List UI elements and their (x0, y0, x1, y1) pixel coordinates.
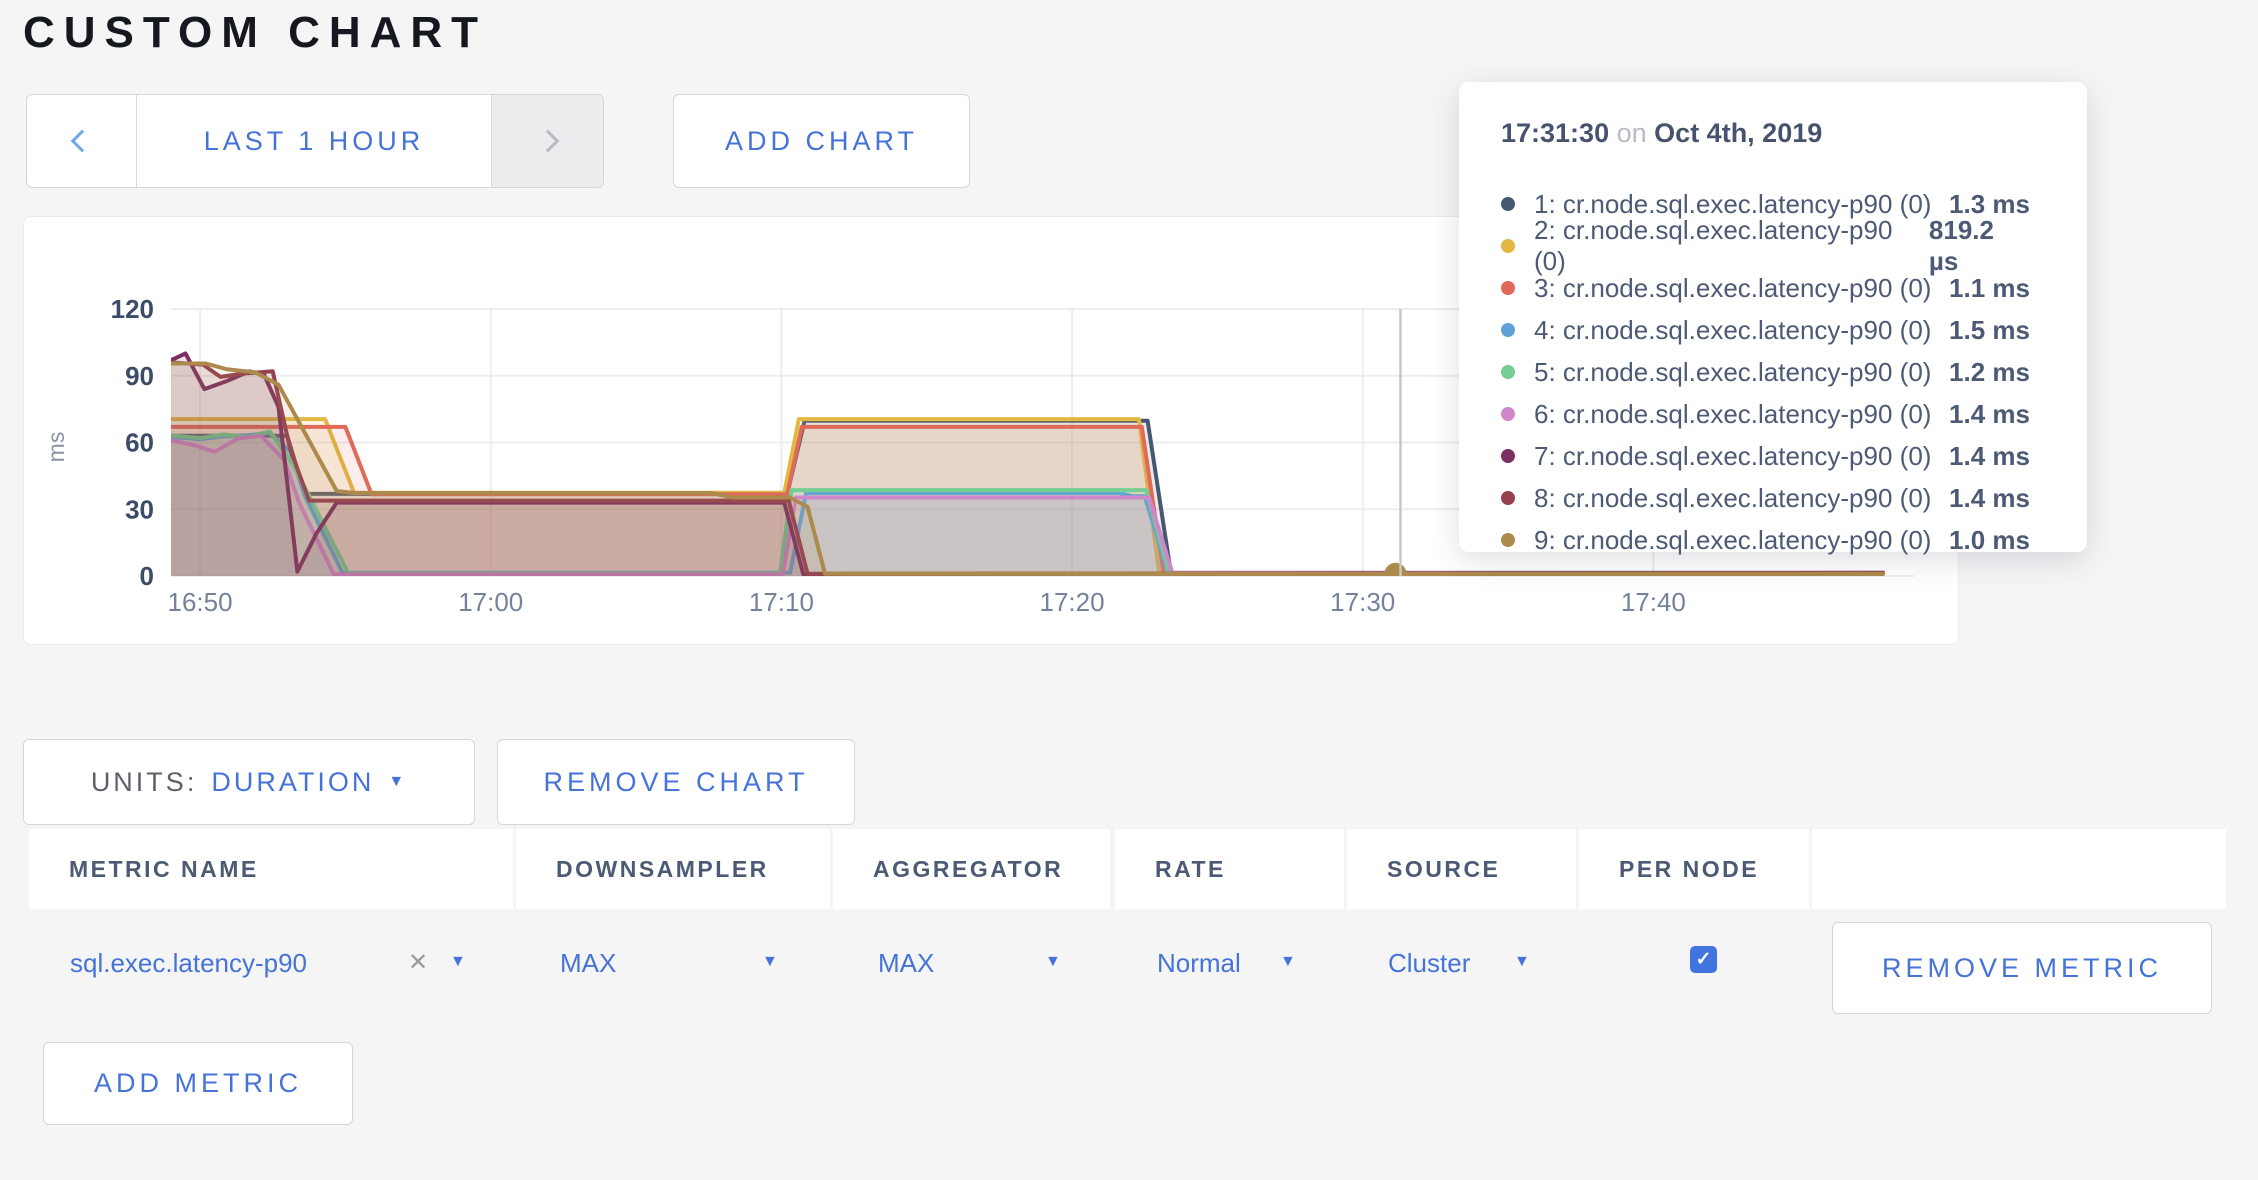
header-actions (1812, 829, 2226, 909)
svg-text:0: 0 (140, 561, 154, 591)
series-dot-icon (1501, 197, 1515, 211)
per-node-checkbox[interactable]: ✓ (1690, 946, 1717, 973)
check-icon: ✓ (1696, 948, 1712, 971)
tooltip-timestamp: 17:31:30 on Oct 4th, 2019 (1501, 118, 1822, 149)
svg-text:17:30: 17:30 (1330, 587, 1395, 617)
svg-text:ms: ms (43, 432, 69, 463)
series-label: 7: cr.node.sql.exec.latency-p90 (0) (1534, 441, 1931, 472)
remove-chart-button[interactable]: REMOVE CHART (497, 739, 855, 825)
caret-down-icon[interactable]: ▼ (1280, 953, 1296, 971)
series-dot-icon (1501, 449, 1515, 463)
caret-down-icon: ▼ (388, 773, 407, 791)
svg-text:16:50: 16:50 (168, 587, 233, 617)
page-title: CUSTOM CHART (23, 8, 487, 58)
series-value: 1.4 ms (1949, 483, 2030, 514)
series-label: 4: cr.node.sql.exec.latency-p90 (0) (1534, 315, 1931, 346)
svg-text:17:20: 17:20 (1040, 587, 1105, 617)
tooltip-time: 17:31:30 (1501, 118, 1609, 148)
series-label: 9: cr.node.sql.exec.latency-p90 (0) (1534, 525, 1931, 556)
svg-text:17:00: 17:00 (458, 587, 523, 617)
series-value: 1.4 ms (1949, 441, 2030, 472)
tooltip-on-word: on (1617, 118, 1647, 148)
chevron-left-icon (70, 130, 93, 153)
rate-select[interactable]: Normal (1157, 948, 1241, 979)
series-value: 819.2 µs (1929, 215, 2030, 277)
custom-chart-page: CUSTOM CHART LAST 1 HOUR ADD CHART 0 30 60… (0, 0, 2258, 1180)
header-source: SOURCE (1347, 829, 1576, 909)
series-value: 1.1 ms (1949, 273, 2030, 304)
chevron-right-icon (536, 130, 559, 153)
series-dot-icon (1501, 281, 1515, 295)
series-dot-icon (1501, 491, 1515, 505)
tooltip-series-list: 1: cr.node.sql.exec.latency-p90 (0)1.3 m… (1501, 183, 2030, 561)
tooltip-date: Oct 4th, 2019 (1654, 118, 1822, 148)
svg-text:60: 60 (125, 428, 154, 458)
series-value: 1.0 ms (1949, 525, 2030, 556)
caret-down-icon[interactable]: ▼ (1045, 953, 1061, 971)
time-window-next-button[interactable] (491, 95, 603, 187)
header-rate: RATE (1115, 829, 1344, 909)
series-label: 5: cr.node.sql.exec.latency-p90 (0) (1534, 357, 1931, 388)
series-value: 1.5 ms (1949, 315, 2030, 346)
tooltip-series-row: 6: cr.node.sql.exec.latency-p90 (0) 1.4 m… (1501, 393, 2030, 435)
series-dot-icon (1501, 407, 1515, 421)
header-metric-name: METRIC NAME (29, 829, 513, 909)
tooltip-series-row: 5: cr.node.sql.exec.latency-p90 (0) 1.2 m… (1501, 351, 2030, 393)
header-downsampler: DOWNSAMPLER (516, 829, 830, 909)
series-dot-icon (1501, 323, 1515, 337)
series-label: 6: cr.node.sql.exec.latency-p90 (0) (1534, 399, 1931, 430)
svg-text:120: 120 (111, 294, 154, 324)
svg-text:17:40: 17:40 (1621, 587, 1686, 617)
caret-down-icon[interactable]: ▼ (1514, 953, 1530, 971)
tooltip-series-row: 9: cr.node.sql.exec.latency-p90 (0) 1.0 m… (1501, 519, 2030, 561)
caret-down-icon[interactable]: ▼ (450, 953, 466, 971)
add-chart-button[interactable]: ADD CHART (673, 94, 970, 188)
tooltip-series-row: 7: cr.node.sql.exec.latency-p90 (0) 1.4 m… (1501, 435, 2030, 477)
series-dot-icon (1501, 365, 1515, 379)
svg-text:30: 30 (125, 494, 154, 524)
series-label: 3: cr.node.sql.exec.latency-p90 (0) (1534, 273, 1931, 304)
chart-hover-tooltip: 17:31:30 on Oct 4th, 2019 1: cr.node.sql… (1459, 82, 2087, 552)
source-select[interactable]: Cluster (1388, 948, 1470, 979)
aggregator-select[interactable]: MAX (878, 948, 934, 979)
units-dropdown[interactable]: UNITS: DURATION ▼ (23, 739, 475, 825)
tooltip-series-row: 3: cr.node.sql.exec.latency-p90 (0) 1.1 m… (1501, 267, 2030, 309)
time-window-label[interactable]: LAST 1 HOUR (137, 95, 491, 187)
time-window-selector: LAST 1 HOUR (26, 94, 604, 188)
series-label: 8: cr.node.sql.exec.latency-p90 (0) (1534, 483, 1931, 514)
downsampler-select[interactable]: MAX (560, 948, 616, 979)
header-per-node: PER NODE (1579, 829, 1809, 909)
header-aggregator: AGGREGATOR (833, 829, 1110, 909)
units-value: DURATION (211, 767, 374, 798)
units-label: UNITS: (91, 767, 198, 798)
caret-down-icon[interactable]: ▼ (762, 953, 778, 971)
svg-text:17:10: 17:10 (749, 587, 814, 617)
tooltip-series-row: 2: cr.node.sql.exec.latency-p90 (0)819.2… (1501, 225, 2030, 267)
svg-text:90: 90 (125, 361, 154, 391)
series-value: 1.2 ms (1949, 357, 2030, 388)
time-window-prev-button[interactable] (27, 95, 137, 187)
series-dot-icon (1501, 239, 1515, 253)
series-value: 1.4 ms (1949, 399, 2030, 430)
close-icon[interactable]: ✕ (408, 948, 428, 977)
series-label: 2: cr.node.sql.exec.latency-p90 (0) (1534, 215, 1929, 277)
remove-metric-button[interactable]: REMOVE METRIC (1832, 922, 2212, 1014)
series-dot-icon (1501, 533, 1515, 547)
tooltip-series-row: 8: cr.node.sql.exec.latency-p90 (0) 1.4 m… (1501, 477, 2030, 519)
add-metric-button[interactable]: ADD METRIC (43, 1042, 353, 1125)
metric-name-select[interactable]: sql.exec.latency-p90 (70, 948, 307, 979)
tooltip-series-row: 4: cr.node.sql.exec.latency-p90 (0) 1.5 m… (1501, 309, 2030, 351)
